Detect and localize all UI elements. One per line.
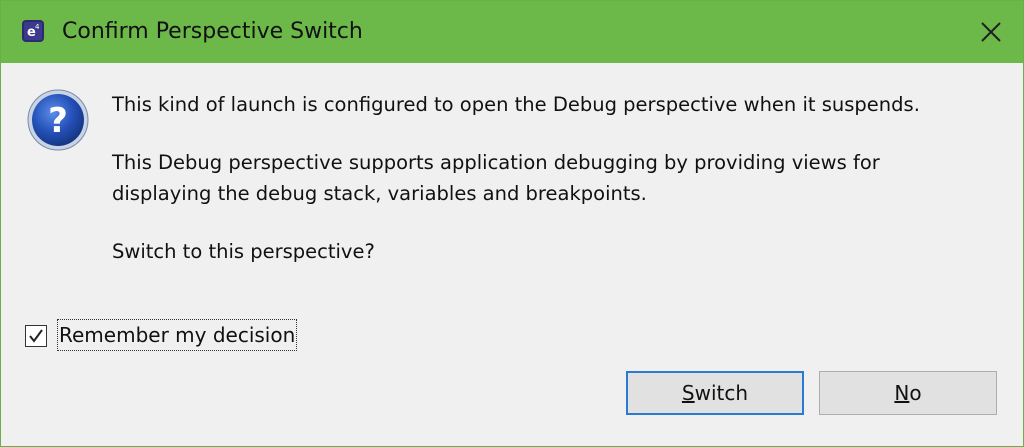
switch-label-rest: witch	[694, 381, 749, 405]
title-bar[interactable]: e 4 Confirm Perspective Switch	[1, 1, 1023, 63]
message-question: Switch to this perspective?	[112, 240, 375, 263]
svg-text:4: 4	[35, 23, 40, 31]
no-label-rest: o	[909, 381, 922, 405]
eclipse-e-icon: e 4	[22, 20, 44, 42]
svg-text:?: ?	[48, 101, 68, 141]
no-button[interactable]: No	[819, 371, 997, 415]
close-button[interactable]	[969, 13, 1013, 51]
switch-button[interactable]: Switch	[626, 371, 804, 415]
window-title: Confirm Perspective Switch	[62, 19, 363, 44]
message-line-2: This Debug perspective supports applicat…	[112, 151, 880, 174]
remember-decision-label[interactable]: Remember my decision	[57, 319, 298, 351]
message-line-3: displaying the debug stack, variables an…	[112, 182, 647, 205]
checkbox-box[interactable]	[25, 325, 47, 347]
no-mnemonic: N	[894, 381, 910, 405]
close-x-icon	[981, 22, 1001, 42]
switch-mnemonic: S	[681, 381, 695, 405]
message-line-1: This kind of launch is configured to ope…	[112, 93, 920, 116]
question-icon: ?	[27, 89, 89, 151]
checkmark-icon	[29, 329, 43, 343]
confirm-perspective-dialog: e 4 Confirm Perspective Switch ? This ki…	[0, 0, 1024, 447]
